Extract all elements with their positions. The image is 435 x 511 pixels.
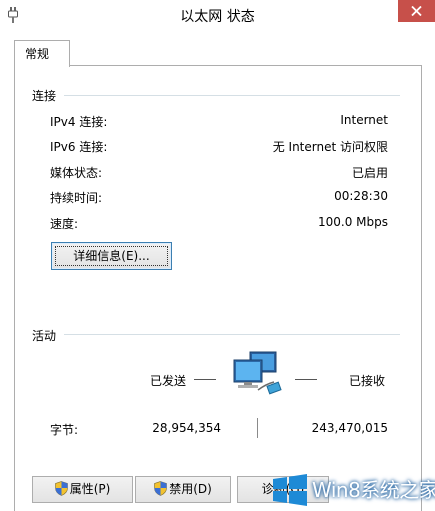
window-title: 以太网 状态 — [180, 9, 255, 25]
close-button[interactable] — [398, 0, 435, 22]
received-dash — [295, 379, 317, 380]
ethernet-status-window: 以太网 状态 常规 连接 IPv4 连接: Internet IPv6 连接: … — [0, 0, 435, 511]
activity-separator — [64, 334, 400, 335]
duration-value: 00:28:30 — [334, 189, 388, 203]
details-button[interactable]: 详细信息(E)... — [51, 242, 172, 270]
bytes-received-value: 243,470,015 — [311, 421, 388, 435]
connection-section-title: 连接 — [32, 89, 57, 103]
speed-value: 100.0 Mbps — [317, 215, 388, 229]
uac-shield-icon — [54, 480, 68, 505]
watermark-text: Win8系统之家 — [312, 478, 435, 502]
media-state-value: 已启用 — [351, 166, 388, 180]
watermark: Win8系统之家 — [272, 468, 435, 511]
received-label: 已接收 — [349, 374, 386, 388]
details-button-label: 详细信息(E)... — [73, 249, 150, 263]
title-bar[interactable]: 以太网 状态 — [0, 0, 435, 30]
disable-button-label: 禁用(D) — [169, 482, 212, 496]
sent-label: 已发送 — [150, 374, 187, 388]
general-panel — [14, 65, 422, 511]
uac-shield-icon — [154, 480, 167, 505]
disable-button[interactable]: 禁用(D) — [135, 476, 231, 503]
speed-label: 速度: — [50, 217, 79, 231]
network-computers-icon — [230, 350, 286, 403]
tab-general[interactable]: 常规 — [14, 40, 70, 67]
properties-button[interactable]: 属性(P) — [32, 476, 133, 503]
bytes-divider — [257, 418, 258, 438]
properties-button-label: 属性(P) — [69, 482, 111, 496]
bytes-sent-value: 28,954,354 — [152, 421, 221, 435]
ipv6-label: IPv6 连接: — [50, 140, 108, 154]
connection-separator — [64, 95, 400, 96]
media-state-label: 媒体状态: — [50, 166, 103, 180]
close-icon — [411, 6, 422, 16]
duration-label: 持续时间: — [50, 191, 103, 205]
activity-section-title: 活动 — [32, 329, 57, 343]
sent-dash — [194, 379, 216, 380]
ipv4-value: Internet — [340, 113, 388, 127]
bytes-label: 字节: — [50, 423, 79, 437]
ipv6-value: 无 Internet 访问权限 — [272, 140, 388, 154]
tab-general-label: 常规 — [25, 47, 50, 61]
windows-logo-icon — [272, 474, 308, 509]
ipv4-label: IPv4 连接: — [50, 115, 108, 129]
